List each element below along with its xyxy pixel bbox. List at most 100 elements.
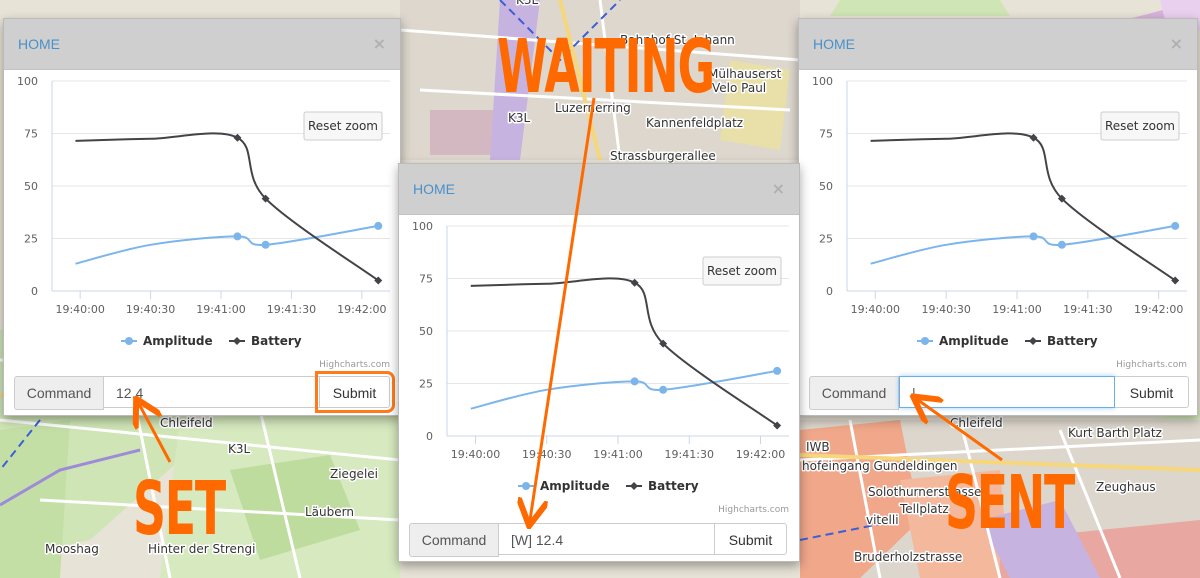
y-tick-label: 50 xyxy=(419,325,433,338)
chart-credits[interactable]: Highcharts.com xyxy=(319,360,390,370)
map-label: Mooshag xyxy=(45,542,99,556)
y-tick-label: 75 xyxy=(419,273,433,286)
data-point-amplitude[interactable] xyxy=(1057,240,1066,249)
data-point-amplitude[interactable] xyxy=(773,366,782,375)
legend-item-battery[interactable]: Battery xyxy=(626,479,699,493)
y-tick-label: 100 xyxy=(412,220,433,233)
series-line-battery xyxy=(75,132,379,282)
data-point-amplitude[interactable] xyxy=(233,232,242,241)
x-tick-label: 19:40:00 xyxy=(851,303,900,316)
x-tick-label: 19:42:00 xyxy=(1134,303,1183,316)
map-label: vitelli xyxy=(866,513,899,527)
y-tick-label: 25 xyxy=(819,233,833,246)
legend-item-amplitude[interactable]: Amplitude xyxy=(917,334,1009,348)
series-line-amplitude xyxy=(470,369,778,410)
close-icon[interactable]: × xyxy=(772,179,785,198)
map-label: Kurt Barth Platz xyxy=(1068,426,1162,440)
map-label: Zeughaus xyxy=(1096,480,1156,494)
legend-item-battery[interactable]: Battery xyxy=(1025,334,1098,348)
map-label: K3L xyxy=(516,0,539,7)
y-tick-label: 0 xyxy=(426,430,433,443)
map-label: K3L xyxy=(228,442,251,456)
submit-button[interactable]: Submit xyxy=(715,523,787,555)
map-label: Chleifeld xyxy=(950,416,1003,430)
y-tick-label: 100 xyxy=(812,75,833,88)
map-label: Velo Paul xyxy=(712,81,766,95)
y-tick-label: 25 xyxy=(419,378,433,391)
y-tick-label: 75 xyxy=(24,128,38,141)
series-line-amplitude xyxy=(870,224,1176,265)
line-chart: 0 25 50 75 100 19:40:00 19:40:30 19:41:00 19:41:… xyxy=(17,75,390,370)
panel-title: HOME xyxy=(813,36,855,52)
map-label: Chleifeld xyxy=(160,416,213,430)
map-label: Bruderholzstrasse xyxy=(854,550,962,564)
series-line-battery xyxy=(870,132,1176,282)
legend-item-amplitude[interactable]: Amplitude xyxy=(518,479,610,493)
panel-title: HOME xyxy=(413,181,455,197)
legend-item-battery[interactable]: Battery xyxy=(229,334,302,348)
panel-title: HOME xyxy=(18,36,60,52)
map-label: hofeingang Gundeldingen xyxy=(802,459,958,473)
command-input[interactable]: [W] 12.4 xyxy=(499,523,715,555)
chart-legend: Amplitude Battery xyxy=(518,479,699,493)
reset-zoom-button[interactable]: Reset zoom xyxy=(702,256,782,286)
map-label: IWB xyxy=(806,440,830,454)
legend-label: Battery xyxy=(1047,334,1098,348)
command-label: Command xyxy=(14,376,104,410)
close-icon[interactable]: × xyxy=(1170,34,1183,53)
map-label: Tellplatz xyxy=(899,502,949,516)
legend-label: Battery xyxy=(648,479,699,493)
y-tick-label: 100 xyxy=(17,75,38,88)
command-row: Command | Submit xyxy=(809,376,1189,410)
legend-marker xyxy=(921,337,929,345)
x-tick-label: 19:41:30 xyxy=(665,448,714,461)
x-tick-label: 19:40:00 xyxy=(55,303,104,316)
map-label: Mülhauserst xyxy=(708,67,782,81)
chart-credits[interactable]: Highcharts.com xyxy=(1116,360,1187,370)
legend-label: Amplitude xyxy=(540,479,610,493)
reset-zoom-label: Reset zoom xyxy=(1105,119,1175,133)
y-tick-label: 50 xyxy=(24,180,38,193)
command-label: Command xyxy=(809,376,899,410)
series-line-amplitude xyxy=(75,224,379,265)
panel-header: HOME × xyxy=(399,164,799,215)
widget-panel-set: HOME × 0 25 50 75 100 19:40:00 19:40:30 19:41:0… xyxy=(3,18,401,416)
data-point-amplitude[interactable] xyxy=(630,377,639,386)
close-icon[interactable]: × xyxy=(373,34,386,53)
map-label: Strassburgerallee xyxy=(610,149,716,163)
panel-header: HOME × xyxy=(4,19,400,70)
data-point-amplitude[interactable] xyxy=(1171,221,1180,230)
command-input[interactable]: 12.4 xyxy=(104,376,320,408)
x-tick-label: 19:40:30 xyxy=(921,303,970,316)
y-tick-label: 25 xyxy=(24,233,38,246)
chart-credits[interactable]: Highcharts.com xyxy=(718,505,789,515)
command-row: Command [W] 12.4 Submit xyxy=(409,523,787,557)
x-tick-label: 19:42:00 xyxy=(337,303,386,316)
x-tick-label: 19:41:00 xyxy=(196,303,245,316)
submit-button[interactable]: Submit xyxy=(315,371,395,413)
data-point-amplitude[interactable] xyxy=(261,240,270,249)
legend-marker xyxy=(1029,337,1037,345)
x-tick-label: 19:41:30 xyxy=(267,303,316,316)
legend-item-amplitude[interactable]: Amplitude xyxy=(121,334,213,348)
widget-panel-sent: HOME × 0 25 50 75 100 19:40:00 19:40:30 19:41:0… xyxy=(798,18,1198,416)
y-tick-label: 0 xyxy=(826,285,833,298)
x-tick-label: 19:42:00 xyxy=(736,448,785,461)
submit-button[interactable]: Submit xyxy=(1115,376,1189,408)
legend-marker xyxy=(630,482,638,490)
annotation-sent: SENT xyxy=(945,460,1075,546)
data-point-amplitude[interactable] xyxy=(374,221,383,230)
map-label: Läubern xyxy=(305,505,354,519)
legend-label: Amplitude xyxy=(143,334,213,348)
data-point-amplitude[interactable] xyxy=(659,385,668,394)
x-tick-label: 19:40:30 xyxy=(126,303,175,316)
reset-zoom-button[interactable]: Reset zoom xyxy=(1100,111,1180,141)
reset-zoom-label: Reset zoom xyxy=(707,264,777,278)
map-label: K3L xyxy=(508,111,531,125)
reset-zoom-button[interactable]: Reset zoom xyxy=(303,111,383,141)
data-point-amplitude[interactable] xyxy=(1029,232,1038,241)
legend-label: Amplitude xyxy=(939,334,1009,348)
legend-marker xyxy=(233,337,241,345)
command-input[interactable]: | xyxy=(899,376,1115,408)
annotation-set: SET xyxy=(133,466,226,552)
